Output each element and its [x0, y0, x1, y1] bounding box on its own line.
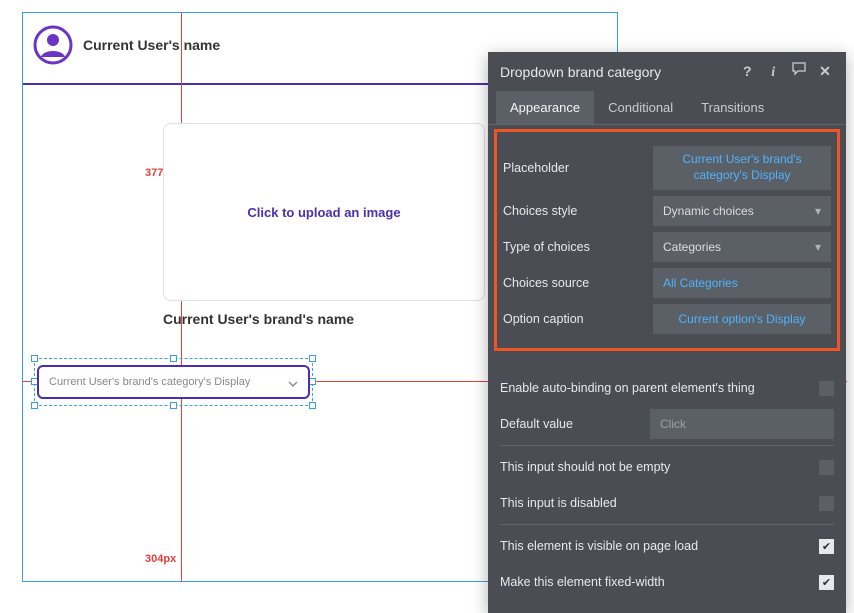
option-caption-value: Current option's Display [663, 312, 821, 326]
section-bindings: Enable auto-binding on parent element's … [488, 357, 846, 613]
tab-appearance[interactable]: Appearance [496, 91, 594, 124]
uploader-label: Click to upload an image [247, 205, 400, 220]
row-visible-on-load: This element is visible on page load [500, 531, 834, 561]
user-name-text: Current User's name [83, 37, 220, 53]
chevron-down-icon: ▾ [815, 204, 821, 218]
tab-conditional[interactable]: Conditional [594, 91, 687, 124]
placeholder-field[interactable]: Current User's brand's category's Displa… [653, 146, 831, 190]
dimension-label-bottom: 304px [145, 553, 176, 565]
placeholder-value: Current User's brand's category's Displa… [663, 152, 821, 183]
fixed-width-checkbox[interactable] [819, 575, 834, 590]
type-choices-field[interactable]: Categories ▾ [653, 232, 831, 262]
divider [500, 524, 834, 525]
avatar-icon [33, 25, 73, 65]
row-disabled: This input is disabled [500, 488, 834, 518]
row-type-choices: Type of choices Categories ▾ [503, 232, 831, 262]
disabled-checkbox[interactable] [819, 496, 834, 511]
resize-handle[interactable] [170, 402, 177, 409]
fixed-width-label: Make this element fixed-width [500, 575, 819, 589]
resize-handle[interactable] [309, 355, 316, 362]
disabled-label: This input is disabled [500, 496, 819, 510]
panel-header[interactable]: Dropdown brand category ? i ✕ [488, 52, 846, 91]
auto-binding-label: Enable auto-binding on parent element's … [500, 381, 819, 395]
resize-handle[interactable] [170, 355, 177, 362]
row-choices-source: Choices source All Categories [503, 268, 831, 298]
close-icon[interactable]: ✕ [816, 63, 834, 80]
row-fixed-width: Make this element fixed-width [500, 567, 834, 597]
panel-title: Dropdown brand category [500, 64, 734, 80]
panel-header-icons: ? i ✕ [734, 62, 834, 81]
default-value-placeholder: Click [660, 417, 686, 431]
choices-source-value: All Categories [663, 276, 821, 290]
choices-style-value: Dynamic choices [663, 204, 754, 218]
default-value-label: Default value [500, 417, 650, 431]
visible-on-load-label: This element is visible on page load [500, 539, 819, 553]
row-choices-style: Choices style Dynamic choices ▾ [503, 196, 831, 226]
image-uploader[interactable]: Click to upload an image [163, 123, 485, 301]
resize-handle[interactable] [309, 378, 316, 385]
row-option-caption: Option caption Current option's Display [503, 304, 831, 334]
property-panel[interactable]: Dropdown brand category ? i ✕ Appearance… [488, 52, 846, 613]
divider [500, 445, 834, 446]
option-caption-field[interactable]: Current option's Display [653, 304, 831, 334]
chevron-down-icon: ▾ [815, 240, 821, 254]
highlighted-section: Placeholder Current User's brand's categ… [494, 129, 840, 351]
auto-binding-checkbox[interactable] [819, 381, 834, 396]
info-icon[interactable]: i [764, 65, 782, 81]
choices-style-label: Choices style [503, 204, 653, 218]
placeholder-label: Placeholder [503, 161, 653, 175]
not-empty-label: This input should not be empty [500, 460, 819, 474]
resize-handle[interactable] [31, 402, 38, 409]
row-default-value: Default value Click [500, 409, 834, 439]
default-value-field[interactable]: Click [650, 409, 834, 439]
row-placeholder: Placeholder Current User's brand's categ… [503, 146, 831, 190]
resize-handle[interactable] [31, 355, 38, 362]
row-not-empty: This input should not be empty [500, 452, 834, 482]
type-choices-value: Categories [663, 240, 721, 254]
chevron-down-icon [288, 375, 298, 390]
choices-source-label: Choices source [503, 276, 653, 290]
dropdown-placeholder-text: Current User's brand's category's Displa… [49, 376, 250, 388]
brand-name-text: Current User's brand's name [163, 311, 354, 327]
help-icon[interactable]: ? [738, 63, 756, 79]
choices-style-field[interactable]: Dynamic choices ▾ [653, 196, 831, 226]
type-choices-label: Type of choices [503, 240, 653, 254]
panel-tabs: Appearance Conditional Transitions [488, 91, 846, 125]
visible-on-load-checkbox[interactable] [819, 539, 834, 554]
row-auto-binding: Enable auto-binding on parent element's … [500, 373, 834, 403]
resize-handle[interactable] [309, 402, 316, 409]
not-empty-checkbox[interactable] [819, 460, 834, 475]
choices-source-field[interactable]: All Categories [653, 268, 831, 298]
comment-icon[interactable] [790, 62, 808, 76]
dropdown-element[interactable]: Current User's brand's category's Displa… [37, 365, 310, 399]
tab-transitions[interactable]: Transitions [687, 91, 778, 124]
option-caption-label: Option caption [503, 312, 653, 326]
